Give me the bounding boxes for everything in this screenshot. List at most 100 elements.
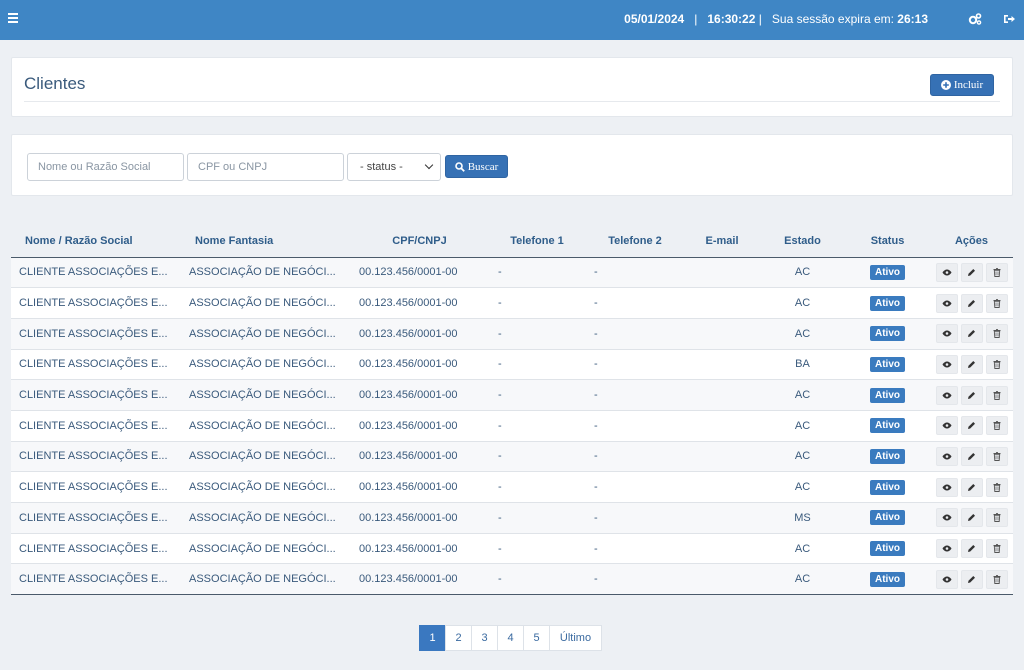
session-info: 05/01/2024 | 16:30:22 | Sua sessão expir… xyxy=(624,12,928,26)
edit-button[interactable] xyxy=(960,262,983,282)
cell-fantasia: ASSOCIAÇÃO DE NEGÓCI... xyxy=(181,349,351,381)
cell-estado: AC xyxy=(760,257,845,289)
col-header: E-mail xyxy=(684,226,760,258)
view-button[interactable] xyxy=(935,539,958,559)
delete-button[interactable] xyxy=(985,508,1008,528)
delete-button[interactable] xyxy=(985,385,1008,405)
search-button[interactable]: Buscar xyxy=(445,155,508,178)
eye-icon xyxy=(942,484,952,491)
view-button[interactable] xyxy=(935,293,958,313)
view-button[interactable] xyxy=(935,569,958,589)
cell-fantasia: ASSOCIAÇÃO DE NEGÓCI... xyxy=(181,502,351,534)
session-remaining: 26:13 xyxy=(897,12,928,26)
delete-button[interactable] xyxy=(985,262,1008,282)
view-button[interactable] xyxy=(935,508,958,528)
name-search-input[interactable] xyxy=(27,153,184,181)
page-4-button[interactable]: 4 xyxy=(497,625,524,651)
pencil-icon xyxy=(967,360,976,369)
status-badge: Ativo xyxy=(870,541,905,557)
pencil-icon xyxy=(967,391,976,400)
eye-icon xyxy=(942,576,952,583)
delete-button[interactable] xyxy=(985,477,1008,497)
hamburger-menu-icon[interactable] xyxy=(8,13,18,25)
col-header: Telefone 1 xyxy=(488,226,586,258)
include-button[interactable]: Incluir xyxy=(930,74,994,96)
cell-cpf-cnpj: 00.123.456/0001-00 xyxy=(351,349,488,381)
page-5-button[interactable]: 5 xyxy=(523,625,550,651)
edit-button[interactable] xyxy=(960,539,983,559)
logout-icon[interactable] xyxy=(1003,13,1015,25)
edit-button[interactable] xyxy=(960,416,983,436)
edit-button[interactable] xyxy=(960,446,983,466)
edit-button[interactable] xyxy=(960,324,983,344)
view-button[interactable] xyxy=(935,385,958,405)
current-date: 05/01/2024 xyxy=(624,12,685,26)
col-header: Nome Fantasia xyxy=(181,226,351,258)
pencil-icon xyxy=(967,329,976,338)
delete-button[interactable] xyxy=(985,354,1008,374)
edit-button[interactable] xyxy=(960,569,983,589)
table-header: Nome / Razão Social Nome Fantasia CPF/CN… xyxy=(11,226,1013,258)
cell-telefone-1: - xyxy=(488,502,586,534)
row-actions xyxy=(930,569,1013,589)
cell-fantasia: ASSOCIAÇÃO DE NEGÓCI... xyxy=(181,257,351,289)
cell-nome: CLIENTE ASSOCIAÇÕES E... xyxy=(11,379,181,411)
cell-cpf-cnpj: 00.123.456/0001-00 xyxy=(351,441,488,473)
delete-button[interactable] xyxy=(985,446,1008,466)
clients-table: Nome / Razão Social Nome Fantasia CPF/CN… xyxy=(11,226,1013,596)
cell-telefone-1: - xyxy=(488,287,586,319)
view-button[interactable] xyxy=(935,477,958,497)
page-1-button[interactable]: 1 xyxy=(419,625,446,651)
col-header: Estado xyxy=(760,226,845,258)
cell-email xyxy=(684,318,760,350)
trash-icon xyxy=(993,390,1001,400)
edit-button[interactable] xyxy=(960,385,983,405)
trash-icon xyxy=(993,513,1001,523)
delete-button[interactable] xyxy=(985,293,1008,313)
edit-button[interactable] xyxy=(960,508,983,528)
page-2-button[interactable]: 2 xyxy=(445,625,472,651)
trash-icon xyxy=(993,421,1001,431)
gears-icon[interactable] xyxy=(968,12,982,26)
view-button[interactable] xyxy=(935,446,958,466)
view-button[interactable] xyxy=(935,416,958,436)
trash-icon xyxy=(993,267,1001,277)
cell-estado: AC xyxy=(760,379,845,411)
cell-telefone-1: - xyxy=(488,563,586,596)
status-select[interactable]: - status - xyxy=(347,153,441,181)
cell-telefone-2: - xyxy=(586,533,684,565)
cell-telefone-2: - xyxy=(586,563,684,596)
edit-button[interactable] xyxy=(960,477,983,497)
eye-icon xyxy=(942,330,952,337)
divider xyxy=(24,101,1000,102)
table-row: CLIENTE ASSOCIAÇÕES E... ASSOCIAÇÃO DE NE… xyxy=(11,349,1013,381)
edit-button[interactable] xyxy=(960,293,983,313)
status-badge: Ativo xyxy=(870,356,905,372)
edit-button[interactable] xyxy=(960,354,983,374)
delete-button[interactable] xyxy=(985,539,1008,559)
view-button[interactable] xyxy=(935,324,958,344)
last-page-button[interactable]: Último xyxy=(549,625,602,651)
status-badge: Ativo xyxy=(870,295,905,311)
delete-button[interactable] xyxy=(985,569,1008,589)
table-row: CLIENTE ASSOCIAÇÕES E... ASSOCIAÇÃO DE NE… xyxy=(11,318,1013,350)
pencil-icon xyxy=(967,452,976,461)
cell-email xyxy=(684,257,760,289)
pencil-icon xyxy=(967,421,976,430)
cell-estado: AC xyxy=(760,471,845,503)
delete-button[interactable] xyxy=(985,416,1008,436)
cell-email xyxy=(684,441,760,473)
eye-icon xyxy=(942,453,952,460)
status-badge: Ativo xyxy=(870,571,905,587)
current-time: 16:30:22 xyxy=(707,12,756,26)
cell-email xyxy=(684,533,760,565)
view-button[interactable] xyxy=(935,354,958,374)
cell-nome: CLIENTE ASSOCIAÇÕES E... xyxy=(11,287,181,319)
page-3-button[interactable]: 3 xyxy=(471,625,498,651)
delete-button[interactable] xyxy=(985,324,1008,344)
view-button[interactable] xyxy=(935,262,958,282)
eye-icon xyxy=(942,361,952,368)
document-search-input[interactable] xyxy=(187,153,344,181)
table-row: CLIENTE ASSOCIAÇÕES E... ASSOCIAÇÃO DE NE… xyxy=(11,471,1013,503)
cell-telefone-2: - xyxy=(586,349,684,381)
